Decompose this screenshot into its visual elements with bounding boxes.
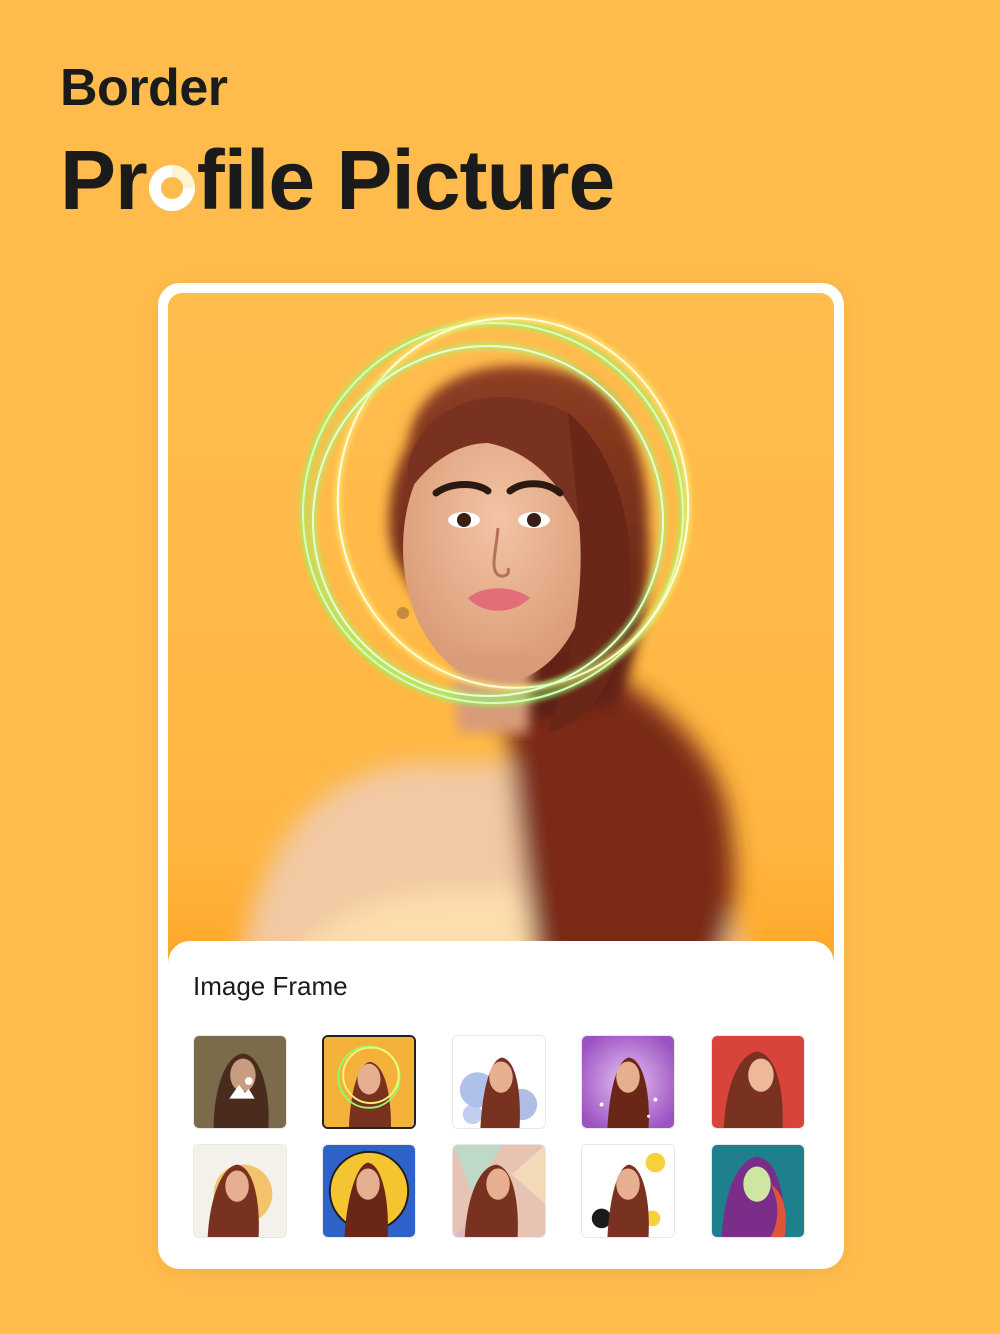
frame-thumb-red-solid[interactable] (711, 1035, 805, 1129)
headline-part-1: Pr (60, 133, 148, 227)
headline-profile-picture: Pr file Picture (60, 132, 615, 229)
profile-photo-preview (168, 293, 834, 983)
portrait-illustration (238, 315, 748, 983)
frame-thumb-purple-glow[interactable] (581, 1035, 675, 1129)
frame-thumb-teal-popart[interactable] (711, 1144, 805, 1238)
editor-card: Image Frame (158, 283, 844, 1269)
image-frame-panel: Image Frame (168, 941, 834, 1259)
frame-thumb-gallery[interactable] (193, 1035, 287, 1129)
headline-border: Border (60, 59, 228, 117)
frame-thumb-neon-ring[interactable] (322, 1035, 416, 1129)
frame-thumb-blue-splash[interactable] (452, 1035, 546, 1129)
headline-part-2: file Picture (196, 133, 615, 227)
frame-thumb-watercolor-orange[interactable] (193, 1144, 287, 1238)
frame-thumb-blue-circle[interactable] (322, 1144, 416, 1238)
frame-thumb-yellow-ink-splash[interactable] (581, 1144, 675, 1238)
panel-title: Image Frame (193, 971, 348, 1001)
ring-letter-o-icon (148, 164, 195, 211)
frame-thumb-pastel-geometric[interactable] (452, 1144, 546, 1238)
